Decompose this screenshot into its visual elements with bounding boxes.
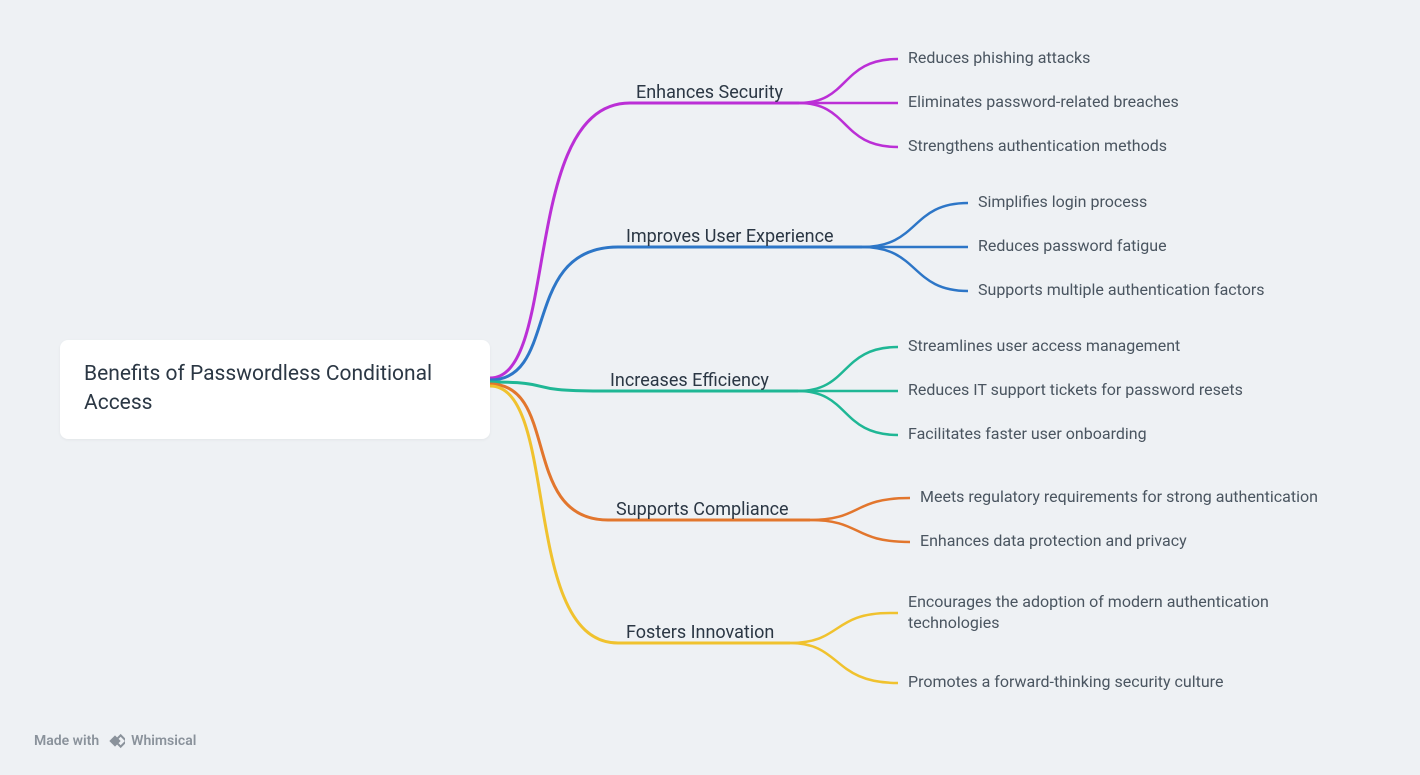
leaf-faster-onboarding[interactable]: Facilitates faster user onboarding [908,424,1147,445]
leaf-reduces-phishing[interactable]: Reduces phishing attacks [908,48,1090,69]
leaf-simplifies-login[interactable]: Simplifies login process [978,192,1147,213]
branch-increases-efficiency[interactable]: Increases Efficiency [610,370,769,391]
leaf-eliminates-breaches[interactable]: Eliminates password-related breaches [908,92,1179,113]
branch-enhances-security[interactable]: Enhances Security [636,82,783,103]
root-title: Benefits of Passwordless Conditional Acc… [84,362,432,415]
leaf-enhances-privacy[interactable]: Enhances data protection and privacy [920,531,1187,552]
leaf-reduces-tickets[interactable]: Reduces IT support tickets for password … [908,380,1243,401]
mindmap-canvas: Benefits of Passwordless Conditional Acc… [0,0,1420,775]
brand-name: Whimsical [131,733,196,749]
leaf-streamlines-access[interactable]: Streamlines user access management [908,336,1180,357]
branch-improves-ux[interactable]: Improves User Experience [626,226,834,247]
leaf-strengthens-auth[interactable]: Strengthens authentication methods [908,136,1167,157]
leaf-encourages-modern-auth[interactable]: Encourages the adoption of modern authen… [908,592,1328,634]
branch-fosters-innovation[interactable]: Fosters Innovation [626,622,774,643]
leaf-promotes-culture[interactable]: Promotes a forward-thinking security cul… [908,672,1223,693]
leaf-supports-mfa[interactable]: Supports multiple authentication factors [978,280,1265,301]
whimsical-logo-icon [105,731,125,751]
root-node[interactable]: Benefits of Passwordless Conditional Acc… [60,340,490,439]
branch-supports-compliance[interactable]: Supports Compliance [616,499,789,520]
made-with-text: Made with [34,733,99,749]
leaf-meets-regulatory[interactable]: Meets regulatory requirements for strong… [920,487,1318,508]
leaf-reduces-fatigue[interactable]: Reduces password fatigue [978,236,1167,257]
made-with-whimsical[interactable]: Made with Whimsical [34,731,196,751]
